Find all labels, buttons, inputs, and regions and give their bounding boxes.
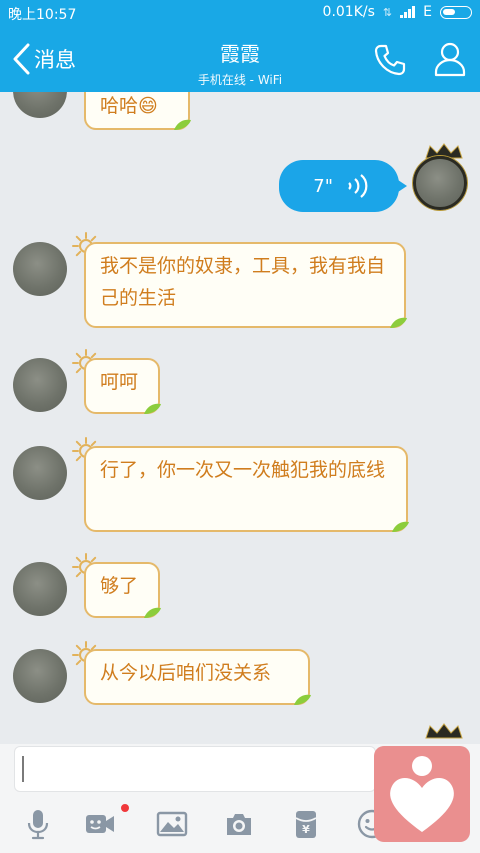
message-bubble[interactable]: 哈哈😄 xyxy=(84,92,191,130)
voice-duration: 7" xyxy=(313,175,333,197)
message-bubble[interactable]: 从今以后咱们没关系 xyxy=(84,649,311,705)
my-avatar[interactable] xyxy=(413,156,467,210)
contact-name: 霞霞 xyxy=(220,42,260,66)
message-bubble[interactable]: 行了，你一次又一次触犯我的底线 xyxy=(84,446,409,532)
contact-avatar[interactable] xyxy=(13,358,67,412)
red-packet-icon[interactable]: ¥ xyxy=(290,808,322,840)
contact-avatar[interactable] xyxy=(13,92,67,118)
image-icon[interactable] xyxy=(156,808,188,840)
message-text: 我不是你的奴隶，工具，我有我自己的生活 xyxy=(100,255,386,309)
mic-icon[interactable] xyxy=(22,808,54,840)
status-bar: 晚上10:57 0.01K/s ⇅ E xyxy=(0,0,480,26)
camera-icon[interactable] xyxy=(223,808,255,840)
voice-message-bubble[interactable]: 7" xyxy=(279,160,407,212)
message-input[interactable] xyxy=(14,746,376,792)
leaf-icon xyxy=(174,119,191,130)
contact-avatar[interactable] xyxy=(13,446,67,500)
back-label: 消息 xyxy=(34,48,76,72)
status-time: 晚上10:57 xyxy=(8,7,77,23)
video-icon[interactable] xyxy=(84,808,116,840)
leaf-icon xyxy=(144,607,161,618)
crown-icon xyxy=(425,723,463,739)
contact-status: 手机在线 - WiFi xyxy=(197,73,283,87)
battery-icon xyxy=(440,5,472,19)
data-arrows-icon: ⇅ xyxy=(382,5,393,19)
signal-icon xyxy=(400,6,416,18)
leaf-icon xyxy=(390,317,407,328)
message-text: 从今以后咱们没关系 xyxy=(100,662,272,684)
svg-text:¥: ¥ xyxy=(302,823,310,836)
message-text: 行了，你一次又一次触犯我的底线 xyxy=(100,459,386,481)
chat-header: 消息 霞霞 手机在线 - WiFi xyxy=(0,26,480,92)
floating-heart-button[interactable] xyxy=(374,746,470,842)
message-list[interactable]: 哈哈😄 7" 我不是你的奴隶，工具，我有我自己的生活 呵呵 行了，你一次又一次触… xyxy=(0,92,480,744)
leaf-icon xyxy=(294,694,311,705)
phone-icon[interactable] xyxy=(372,42,408,78)
chevron-left-icon xyxy=(13,43,30,75)
person-heart-icon xyxy=(390,756,454,832)
contact-avatar[interactable] xyxy=(13,649,67,703)
back-button[interactable]: 消息 xyxy=(10,42,76,76)
leaf-icon xyxy=(392,521,409,532)
message-text: 够了 xyxy=(100,575,139,597)
voice-wave-icon xyxy=(348,174,368,198)
contact-avatar[interactable] xyxy=(13,562,67,616)
message-text: 呵呵 xyxy=(100,371,139,393)
message-bubble[interactable]: 呵呵 xyxy=(84,358,161,414)
network-type: E xyxy=(423,4,432,20)
message-bubble[interactable]: 够了 xyxy=(84,562,161,618)
text-caret xyxy=(22,756,24,782)
contact-avatar[interactable] xyxy=(13,242,67,296)
profile-icon[interactable] xyxy=(432,40,468,78)
leaf-icon xyxy=(144,403,161,414)
message-text: 哈哈😄 xyxy=(100,95,158,117)
notification-dot xyxy=(121,804,129,812)
network-speed: 0.01K/s xyxy=(322,4,375,20)
message-bubble[interactable]: 我不是你的奴隶，工具，我有我自己的生活 xyxy=(84,242,407,328)
